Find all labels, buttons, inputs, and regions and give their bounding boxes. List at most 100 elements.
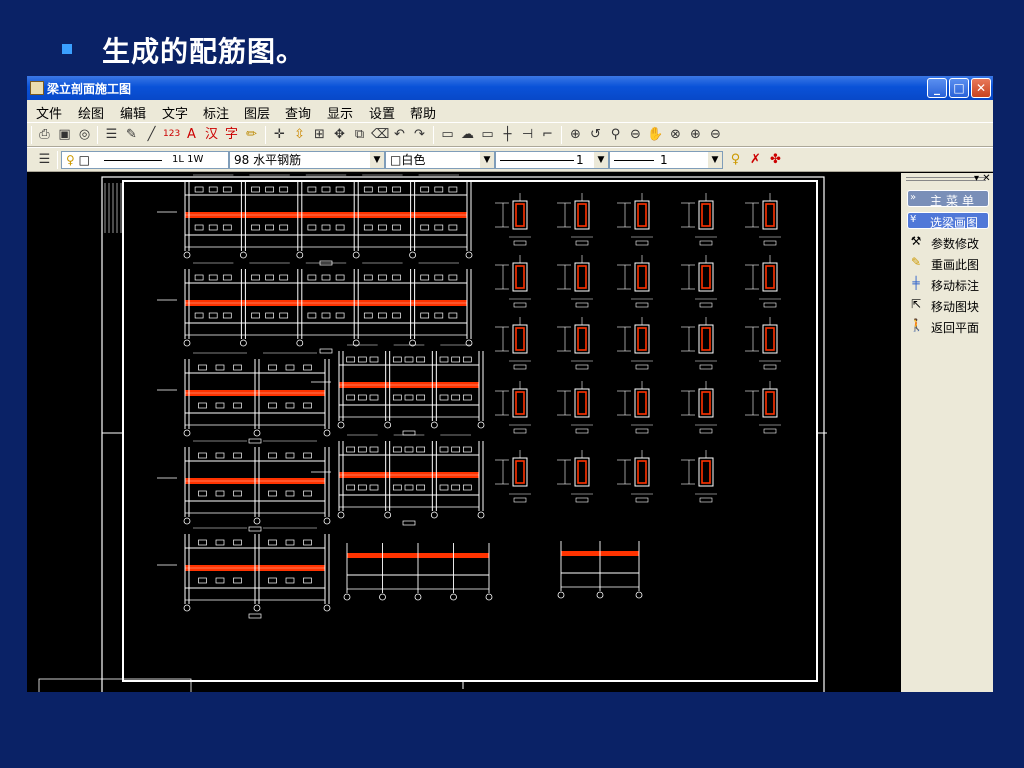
menu-help[interactable]: 帮助 [410,103,436,122]
number-icon[interactable]: 123 [163,126,180,143]
layer-name-combo[interactable]: 98 水平钢筋 ▼ [229,151,385,169]
save-icon[interactable]: ▣ [56,126,73,143]
axis-bubble [596,591,604,599]
rebar-label-box [268,452,277,459]
close-button[interactable]: ✕ [971,78,991,98]
pan-icon[interactable]: ✋ [647,126,664,143]
redo-icon[interactable]: ↷ [411,126,428,143]
rebar-label-box [233,402,242,409]
rebar-label-box [416,484,426,491]
line-icon[interactable]: ╱ [143,126,160,143]
preview-icon[interactable]: ◎ [76,126,93,143]
chevron-down-icon[interactable]: ▼ [708,152,722,168]
zoom-out-icon[interactable]: ⊖ [707,126,724,143]
text-icon[interactable]: A [183,126,200,143]
walk-icon: 🚶 [909,318,924,332]
bulb-icon[interactable]: ♀ [727,151,744,168]
select-beam-button[interactable]: ¥ 选梁画图 [907,212,989,230]
rectangle-icon[interactable]: ▭ [479,126,496,143]
find-text-icon[interactable]: 字 [223,126,240,143]
rebar-label-box [303,402,312,409]
chevron-down-icon[interactable]: ▼ [480,152,494,168]
rebar-label-box [285,402,295,409]
menu-layer[interactable]: 图层 [244,103,270,122]
menu-settings[interactable]: 设置 [369,103,395,122]
close-icon[interactable]: ▾ ✕ [974,173,991,184]
side-item-redraw[interactable]: ✎ 重画此图 [909,253,991,273]
section-title-mark [575,428,589,434]
axis-bubble [557,591,565,599]
menu-dimension[interactable]: 标注 [203,103,229,122]
grid-icon[interactable]: ⊞ [311,126,328,143]
menu-text[interactable]: 文字 [162,103,188,122]
section-outline [762,200,778,230]
zoom-realtime-icon[interactable]: ⚲ [607,126,624,143]
rebar-label-box [215,402,225,409]
section-stirrup [515,460,525,484]
side-item-param-edit[interactable]: ⚒ 参数修改 [909,232,991,252]
ortho-icon[interactable]: ⇳ [291,126,308,143]
copy-icon[interactable]: ⧉ [351,126,368,143]
chevron-down-icon[interactable]: ▼ [594,152,608,168]
menu-bar: 文件 绘图 编辑 文字 标注 图层 查询 显示 设置 帮助 [27,100,993,122]
section-outline [698,457,714,487]
fillet-icon[interactable]: ⌐ [539,126,556,143]
section-outline [512,200,528,230]
delete-icon[interactable]: ✗ [747,151,764,168]
section-stirrup [515,203,525,227]
side-item-return-plan[interactable]: 🚶 返回平面 [909,316,991,336]
zoom-all-icon[interactable]: ⊗ [667,126,684,143]
axis-bubble [409,251,417,259]
rebar-label-box [307,186,317,193]
menu-edit[interactable]: 编辑 [120,103,146,122]
maximize-button[interactable]: □ [949,78,969,98]
erase-icon[interactable]: ⌫ [371,126,389,143]
side-item-move-block[interactable]: ⇱ 移动图块 [909,295,991,315]
zoom-previous-icon[interactable]: ↺ [587,126,604,143]
rebar-label-box [404,356,414,363]
beam-title-mark [248,613,262,619]
menu-display[interactable]: 显示 [327,103,353,122]
rebar-label-box [268,402,277,409]
new-icon[interactable]: ▭ [439,126,456,143]
match-icon[interactable]: ✤ [767,151,784,168]
print-icon[interactable]: ⎙ [36,126,53,143]
point-icon[interactable]: ✛ [271,126,288,143]
menu-file[interactable]: 文件 [36,103,62,122]
section-title-mark [575,364,589,370]
drawing-canvas[interactable] [27,173,901,692]
axis-bubble [384,421,392,429]
layer-combo[interactable]: ♀ □ 1L 1W [61,151,229,169]
section-stirrup [637,265,647,289]
extend-icon[interactable]: ⊣ [519,126,536,143]
text-edit-icon[interactable]: 汉 [203,126,220,143]
pencil-icon[interactable]: ✏ [243,126,260,143]
minimize-button[interactable]: _ [927,78,947,98]
layer-icon[interactable]: ☰ [103,126,120,143]
toolbar-standard: ⎙ ▣ ◎ ☰ ✎ ╱ 123 A 汉 字 ✏ ✛ ⇳ ⊞ ✥ ⧉ ⌫ ↶ ↷ … [27,122,993,147]
rebar-label-box [404,394,414,401]
undo-icon[interactable]: ↶ [391,126,408,143]
chevron-down-icon[interactable]: ▼ [370,152,384,168]
section-stirrup [765,265,775,289]
wrench-icon: ⚒ [910,234,922,248]
rebar-label-box [194,186,204,193]
move-icon[interactable]: ✥ [331,126,348,143]
cloud-icon[interactable]: ☁ [459,126,476,143]
brush-icon[interactable]: ✎ [123,126,140,143]
rebar-label-box [208,312,218,319]
zoom-in-icon[interactable]: ⊕ [687,126,704,143]
rebar-label-box [416,356,426,363]
rebar-label-box [392,186,401,193]
trim-icon[interactable]: ┼ [499,126,516,143]
zoom-window-icon[interactable]: ⊕ [567,126,584,143]
main-menu-button[interactable]: » 主菜单 [907,190,989,208]
color-combo[interactable]: □白色 ▼ [385,151,495,169]
menu-draw[interactable]: 绘图 [78,103,104,122]
lineweight-combo[interactable]: 1 ▼ [609,151,723,169]
linetype-combo[interactable]: 1 ▼ [495,151,609,169]
layer-manager-icon[interactable]: ☰ [36,151,53,168]
side-item-move-label[interactable]: ╪ 移动标注 [909,274,991,294]
menu-query[interactable]: 查询 [285,103,311,122]
zoom-extents-icon[interactable]: ⊖ [627,126,644,143]
